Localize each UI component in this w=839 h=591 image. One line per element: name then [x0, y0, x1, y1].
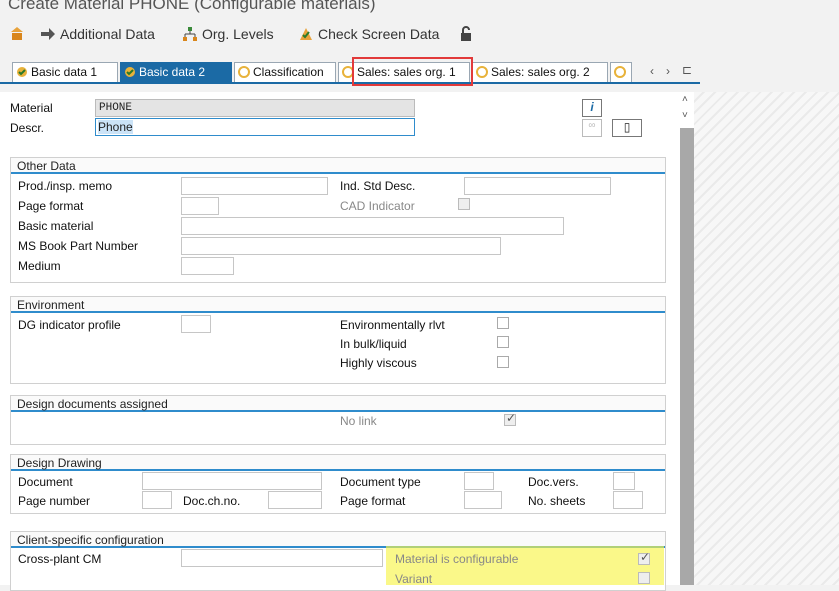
tab-classification[interactable]: Classification — [234, 62, 336, 82]
org-levels-button[interactable]: Org. Levels — [182, 26, 274, 42]
descr-value: Phone — [98, 120, 133, 134]
doc-type-label: Document type — [340, 475, 421, 489]
tab-label: Classification — [253, 65, 324, 79]
document-icon[interactable]: ▯ — [612, 119, 642, 137]
viscous-checkbox[interactable] — [497, 356, 509, 368]
annotation-highlight-box — [352, 57, 473, 86]
tab-sales-org-2[interactable]: Sales: sales org. 2 — [472, 62, 608, 82]
env-rlvt-checkbox[interactable] — [497, 317, 509, 329]
page-format-input[interactable] — [181, 197, 219, 215]
doc-ch-no-input[interactable] — [268, 491, 322, 509]
page-number-input[interactable] — [142, 491, 172, 509]
scroll-up-icon[interactable]: ˄ — [682, 94, 688, 105]
bulk-label: In bulk/liquid — [340, 337, 407, 351]
descr-label: Descr. — [10, 121, 45, 135]
background-area — [694, 92, 839, 585]
pending-status-icon — [614, 66, 626, 78]
configurable-label: Material is configurable — [395, 552, 519, 566]
dg-indicator-input[interactable] — [181, 315, 211, 333]
check-status-icon — [125, 67, 135, 77]
prod-memo-label: Prod./insp. memo — [18, 179, 113, 193]
variant-label: Variant — [395, 572, 433, 586]
medium-label: Medium — [18, 259, 61, 273]
group-title: Design documents assigned — [11, 396, 665, 412]
pending-status-icon — [476, 66, 488, 78]
ms-book-part-label: MS Book Part Number — [18, 239, 139, 253]
check-screen-data-label: Check Screen Data — [318, 26, 440, 42]
cross-plant-label: Cross-plant CM — [18, 552, 102, 566]
doc-ch-no-label: Doc.ch.no. — [183, 494, 241, 508]
tabstrip: Basic data 1 Basic data 2 Classification… — [0, 60, 700, 84]
doc-vers-input[interactable] — [613, 472, 635, 490]
lock-icon[interactable] — [458, 26, 474, 42]
material-field: PHONE — [95, 99, 415, 117]
content-panel: Material PHONE Descr. Phone i ∞ ▯ Other … — [0, 92, 680, 591]
additional-data-button[interactable]: Additional Data — [40, 26, 155, 42]
environment-group: Environment — [10, 296, 666, 384]
configurable-checkbox — [638, 550, 650, 565]
env-rlvt-label: Environmentally rlvt — [340, 318, 445, 332]
org-structure-icon — [183, 27, 197, 41]
document-input[interactable] — [142, 472, 322, 490]
basic-material-label: Basic material — [18, 219, 94, 233]
tab-more[interactable] — [610, 62, 632, 82]
no-sheets-input[interactable] — [613, 491, 643, 509]
basic-material-input[interactable] — [181, 217, 564, 235]
prod-memo-input[interactable] — [181, 177, 328, 195]
check-status-icon — [17, 67, 27, 77]
cross-plant-input[interactable] — [181, 549, 383, 567]
no-link-label: No link — [340, 414, 377, 428]
info-icon[interactable]: i — [582, 99, 602, 117]
ind-std-desc-label: Ind. Std Desc. — [340, 179, 416, 193]
drawing-page-format-input[interactable] — [464, 491, 502, 509]
glasses-icon[interactable]: ∞ — [582, 119, 602, 137]
design-docs-group: Design documents assigned — [10, 395, 666, 445]
check-data-icon — [300, 28, 312, 40]
material-label: Material — [10, 101, 53, 115]
pending-status-icon — [238, 66, 250, 78]
group-title: Environment — [11, 297, 665, 313]
check-screen-data-button[interactable]: Check Screen Data — [298, 26, 439, 42]
tab-list-icon[interactable]: ⊏ — [682, 63, 692, 77]
descr-input[interactable]: Phone — [95, 118, 415, 136]
ind-std-desc-input[interactable] — [464, 177, 611, 195]
tab-scroll-right-icon[interactable]: › — [666, 64, 670, 78]
scroll-down-icon[interactable]: ˅ — [682, 110, 688, 121]
page-format-label: Page format — [18, 199, 84, 213]
arrow-right-icon — [41, 28, 55, 40]
group-title: Other Data — [11, 158, 665, 174]
org-levels-label: Org. Levels — [202, 26, 274, 42]
window-title: Create Material PHONE (Configurable mate… — [8, 0, 376, 13]
create-icon[interactable] — [10, 26, 26, 42]
viscous-label: Highly viscous — [340, 356, 417, 370]
medium-input[interactable] — [181, 257, 234, 275]
tab-label: Sales: sales org. 2 — [491, 65, 590, 79]
doc-vers-label: Doc.vers. — [528, 475, 579, 489]
additional-data-label: Additional Data — [60, 26, 155, 42]
ms-book-part-input[interactable] — [181, 237, 501, 255]
document-label: Document — [18, 475, 73, 489]
doc-type-input[interactable] — [464, 472, 494, 490]
page-number-label: Page number — [18, 494, 91, 508]
no-sheets-label: No. sheets — [528, 494, 586, 508]
drawing-page-format-label: Page format — [340, 494, 406, 508]
tab-scroll-left-icon[interactable]: ‹ — [650, 64, 654, 78]
cad-indicator-checkbox — [458, 198, 470, 210]
dg-indicator-label: DG indicator profile — [18, 318, 121, 332]
group-title: Design Drawing — [11, 455, 665, 471]
tab-label: Basic data 1 — [31, 65, 98, 79]
scrollbar-thumb[interactable] — [680, 128, 694, 585]
tab-basic-data-2[interactable]: Basic data 2 — [120, 62, 232, 82]
variant-checkbox — [638, 572, 650, 584]
no-link-checkbox — [504, 411, 516, 426]
vertical-scrollbar[interactable]: ˄ ˅ — [680, 92, 694, 585]
bulk-checkbox[interactable] — [497, 336, 509, 348]
tab-label: Basic data 2 — [139, 65, 206, 79]
cad-indicator-label: CAD Indicator — [340, 199, 415, 213]
tab-basic-data-1[interactable]: Basic data 1 — [12, 62, 118, 82]
toolbar: Additional Data Org. Levels Check Screen… — [0, 22, 839, 50]
